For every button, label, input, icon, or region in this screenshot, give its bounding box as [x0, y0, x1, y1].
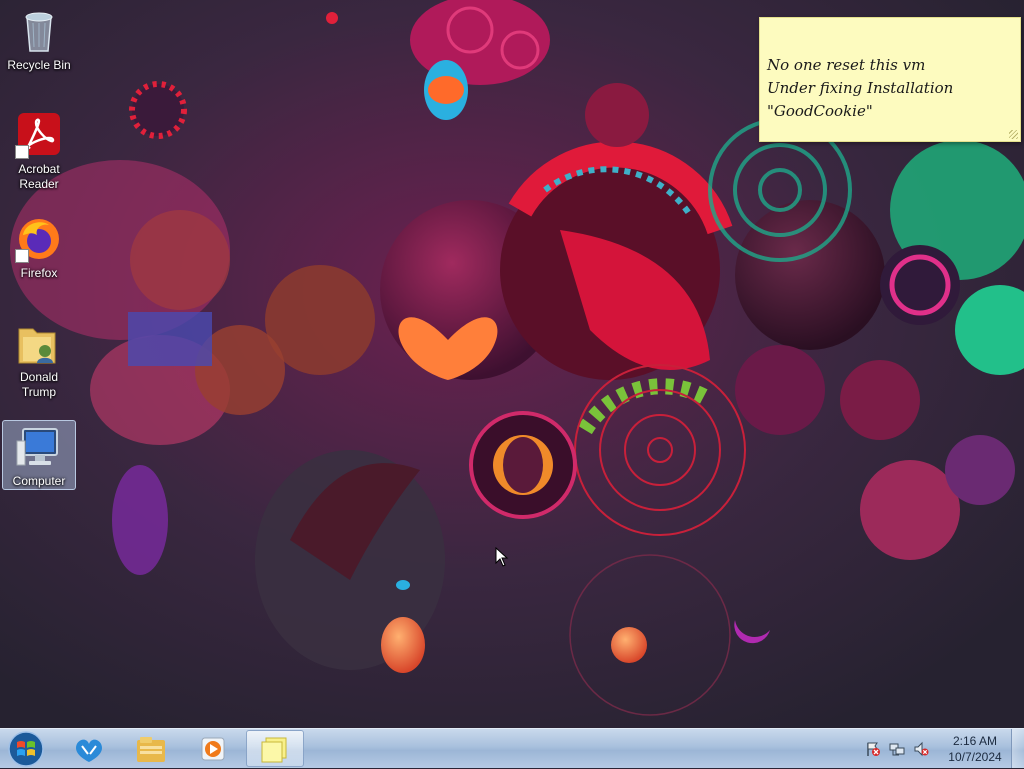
mouse-cursor-icon	[495, 547, 509, 567]
sticky-note[interactable]: No one reset this vm Under fixing Instal…	[759, 17, 1021, 142]
clock-date: 10/7/2024	[948, 750, 1002, 764]
desktop-icon-firefox[interactable]: Firefox	[2, 212, 76, 282]
recycle-bin-icon	[15, 7, 63, 55]
clock-time: 2:16 AM	[952, 734, 998, 748]
sticky-note-line[interactable]: No one reset this vm	[767, 54, 1014, 77]
action-center-flag-icon[interactable]	[864, 740, 882, 758]
desktop-icon-donald-trump[interactable]: Donald Trump	[2, 316, 76, 401]
windows-start-orb-icon	[8, 731, 44, 767]
desktop-icon-computer[interactable]: Computer	[2, 420, 76, 490]
taskbar: 2:16 AM 10/7/2024	[0, 728, 1024, 768]
desktop-icon-recycle-bin[interactable]: Recycle Bin	[2, 4, 76, 74]
desktop-icon-acrobat-reader[interactable]: Acrobat Reader	[2, 108, 76, 193]
computer-icon	[15, 423, 63, 471]
desktop-icon-label: Computer	[12, 474, 66, 488]
firefox-icon	[15, 215, 63, 263]
shortcut-arrow-icon	[15, 249, 29, 263]
taskbar-media-player-button[interactable]	[184, 730, 242, 767]
show-desktop-button[interactable]	[1011, 729, 1024, 768]
network-icon[interactable]	[888, 740, 906, 758]
shortcut-arrow-icon	[15, 145, 29, 159]
media-player-icon	[201, 737, 225, 760]
taskbar-file-explorer-button[interactable]	[122, 730, 180, 767]
desktop-icon-label: Donald Trump	[19, 370, 59, 399]
taskbar-clock[interactable]: 2:16 AM 10/7/2024	[940, 733, 1010, 765]
desktop-icon-label: Recycle Bin	[7, 58, 71, 72]
start-button[interactable]	[6, 731, 46, 767]
acrobat-reader-icon	[15, 111, 63, 159]
system-tray: 2:16 AM 10/7/2024	[864, 729, 1010, 769]
sticky-notes-icon	[261, 737, 287, 762]
file-explorer-icon	[137, 736, 165, 762]
user-folder-icon	[15, 319, 63, 367]
desktop-icon-label: Firefox	[20, 266, 58, 280]
taskbar-windows-live-button[interactable]	[60, 730, 118, 767]
taskbar-sticky-notes-button[interactable]	[246, 730, 304, 767]
sticky-note-line[interactable]: Under fixing Installation	[767, 77, 1014, 100]
sticky-note-resize-grip[interactable]	[1009, 130, 1018, 139]
windows-live-icon	[76, 739, 102, 762]
volume-muted-icon[interactable]	[912, 740, 930, 758]
desktop-icon-label: Acrobat Reader	[18, 162, 60, 191]
sticky-note-line[interactable]: "GoodCookie"	[767, 100, 1014, 123]
